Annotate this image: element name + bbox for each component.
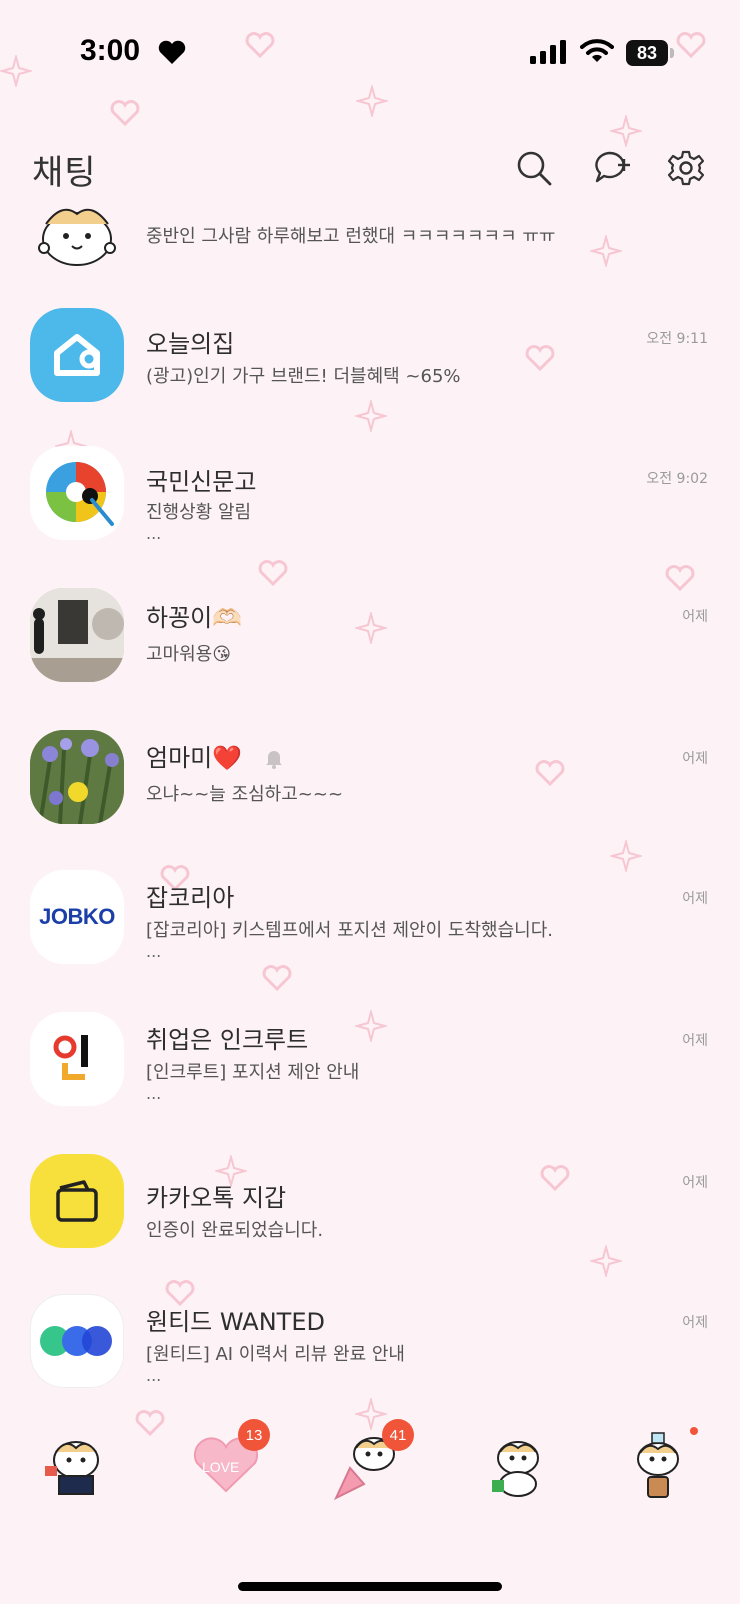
chat-time: 어제 — [682, 891, 708, 907]
hamster-icon — [38, 208, 116, 266]
chat-message: 고마워용😘 — [146, 644, 232, 665]
status-time: 3:00 — [80, 34, 141, 67]
bottom-nav: LOVE 13 41 — [0, 1419, 740, 1555]
chat-name: 원티드 WANTED — [146, 1308, 325, 1336]
chat-time: 어제 — [682, 751, 708, 767]
incruit-logo — [30, 1012, 124, 1106]
new-chat-button[interactable] — [594, 148, 634, 188]
settings-button[interactable] — [666, 148, 706, 188]
chat-message: 인증이 완료되었습니다. — [146, 1220, 324, 1241]
flower-icon — [30, 730, 124, 824]
hamster-drink-icon — [637, 1432, 679, 1498]
kakao-wallet-logo — [30, 1154, 124, 1248]
chat-name: 오늘의집 — [146, 330, 235, 358]
chat-name: 국민신문고 — [146, 468, 257, 496]
chat-item[interactable]: 엄마미❤️ 오냐~~늘 조심하고~~~ 어제 — [0, 718, 740, 858]
chat-name: 취업은 인크루트 — [146, 1026, 309, 1054]
photo-icon — [30, 588, 124, 682]
chat-item[interactable]: 취업은 인크루트 [인크루트] 포지션 제안 안내 ... 어제 — [0, 1000, 740, 1140]
chat-message: [잡코리아] 키스템프에서 포지션 제안이 도착했습니다. — [146, 920, 553, 941]
chat-time: 어제 — [682, 1175, 708, 1191]
settings-icon — [667, 150, 705, 186]
sinmungo-logo — [30, 446, 124, 540]
battery-tip — [670, 48, 674, 58]
incruit-icon — [53, 1035, 88, 1080]
chat-time: 오전 9:02 — [646, 471, 708, 487]
chat-more: ... — [146, 1366, 162, 1385]
gallery-photo-avatar — [30, 588, 124, 682]
chat-name: 카카오톡 지갑 — [146, 1184, 287, 1212]
page-title: 채팅 — [32, 153, 97, 193]
chat-message: 오냐~~늘 조심하고~~~ — [146, 784, 344, 805]
mute-bell-icon — [266, 751, 282, 769]
shopping-tab[interactable] — [478, 1425, 558, 1505]
chat-item[interactable]: 하꽁이🫶🏻 고마워용😘 어제 — [0, 576, 740, 716]
chat-message: [인크루트] 포지션 제안 안내 — [146, 1062, 360, 1083]
chat-item[interactable]: 카카오톡 지갑 인증이 완료되었습니다. 어제 — [0, 1142, 740, 1282]
jobko-logo-text: JOBKO — [39, 904, 115, 929]
jobko-logo: JOBKO — [30, 870, 124, 964]
chat-message: 중반인 그사람 하루해보고 런했대 ㅋㅋㅋㅋㅋㅋㅋ ㅠㅠ — [146, 226, 556, 247]
wallet-icon — [56, 1180, 98, 1222]
chat-more: ... — [146, 524, 162, 543]
chat-name: 엄마미❤️ — [146, 744, 243, 772]
chat-item[interactable]: JOBKO 잡코리아 [잡코리아] 키스템프에서 포지션 제안이 도착했습니다.… — [0, 858, 740, 998]
chat-message: (광고)인기 가구 브랜드! 더블혜택 ~65% — [146, 366, 461, 387]
wifi-icon — [580, 39, 614, 62]
chat-more: ... — [146, 942, 162, 961]
chat-time: 어제 — [682, 1033, 708, 1049]
hamster-suit-icon — [45, 1441, 99, 1495]
search-button[interactable] — [514, 148, 554, 188]
hamster-gift-icon — [492, 1441, 539, 1497]
signal-icon — [530, 40, 566, 64]
chat-list[interactable]: 중반인 그사람 하루해보고 런했대 ㅋㅋㅋㅋㅋㅋㅋ ㅠㅠ 오늘의집 (광고)인기… — [0, 200, 740, 1422]
ohouse-logo — [30, 308, 124, 402]
chat-message: 진행상황 알림 — [146, 502, 252, 523]
openchat-tab[interactable]: 41 — [330, 1419, 414, 1505]
sparkle-decor-icon — [610, 115, 642, 147]
chat-time: 어제 — [682, 609, 708, 625]
wanted-icon — [40, 1326, 112, 1356]
chats-tab[interactable]: LOVE 13 — [186, 1419, 270, 1505]
status-bar: 3:00 83 — [0, 0, 740, 110]
friends-tab[interactable] — [36, 1425, 116, 1505]
chat-item[interactable]: 오늘의집 (광고)인기 가구 브랜드! 더블혜택 ~65% 오전 9:11 — [0, 288, 740, 428]
chat-item[interactable]: 원티드 WANTED [원티드] AI 이력서 리뷰 완료 안내 ... 어제 — [0, 1282, 740, 1422]
drum-icon — [46, 462, 114, 526]
love-text: LOVE — [202, 1459, 240, 1475]
house-icon — [54, 334, 100, 376]
heart-icon — [158, 40, 186, 64]
chat-more: ... — [146, 1084, 162, 1103]
chat-message: [원티드] AI 이력서 리뷰 완료 안내 — [146, 1344, 405, 1365]
more-tab[interactable] — [618, 1425, 698, 1505]
notification-dot — [690, 1427, 698, 1435]
wanted-logo — [30, 1294, 124, 1388]
chat-time: 어제 — [682, 1315, 708, 1331]
chat-item[interactable]: 국민신문고 진행상황 알림 ... 오전 9:02 — [0, 426, 740, 566]
new-chat-icon — [595, 151, 630, 183]
search-icon — [517, 151, 552, 186]
flower-photo-avatar — [30, 730, 124, 824]
openchat-badge: 41 — [382, 1419, 414, 1451]
chat-name: 잡코리아 — [146, 884, 235, 912]
chat-time: 오전 9:11 — [646, 331, 708, 347]
hamster-sticker-avatar — [30, 200, 124, 276]
battery-icon: 83 — [626, 40, 668, 66]
unread-badge: 13 — [238, 1419, 270, 1451]
chat-name: 하꽁이🫶🏻 — [146, 604, 243, 632]
home-indicator[interactable] — [238, 1582, 502, 1591]
